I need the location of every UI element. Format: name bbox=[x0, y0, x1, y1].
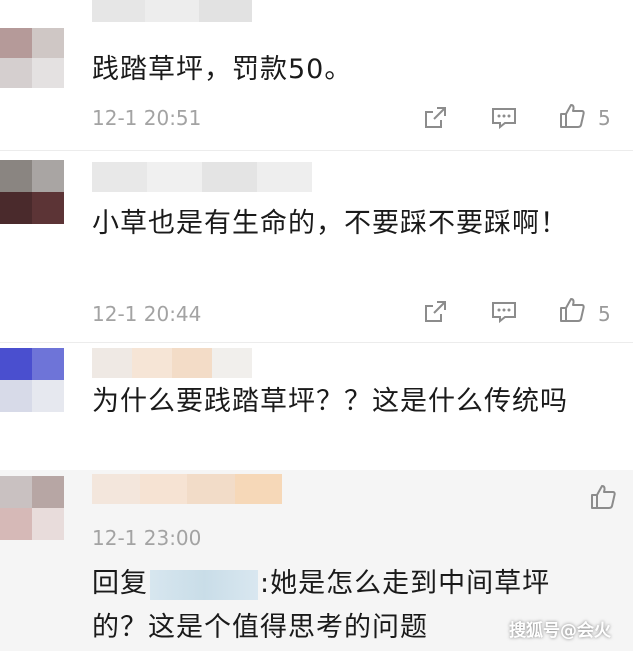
share-icon[interactable] bbox=[420, 103, 450, 133]
thumbs-up-icon[interactable] bbox=[557, 295, 587, 325]
comment-time: 12-1 20:51 bbox=[92, 106, 202, 130]
avatar[interactable] bbox=[0, 476, 64, 540]
reply-target-blurred[interactable] bbox=[150, 569, 258, 600]
username-blurred[interactable] bbox=[92, 162, 312, 192]
watermark: 搜狐号@会火 bbox=[509, 621, 611, 641]
reply-time: 12-1 23:00 bbox=[92, 526, 202, 550]
comment-item: 践踏草坪，罚款50。 12-1 20:51 5 bbox=[0, 0, 633, 150]
comment-text: 为什么要践踏草坪？？这是什么传统吗 bbox=[92, 386, 568, 417]
comment-icon[interactable] bbox=[489, 103, 519, 133]
share-icon[interactable] bbox=[420, 297, 450, 327]
username-blurred[interactable] bbox=[92, 0, 252, 22]
like-count: 5 bbox=[598, 302, 611, 326]
comment-text: 小草也是有生命的，不要踩不要踩啊！ bbox=[92, 208, 568, 239]
thumbs-up-icon[interactable] bbox=[588, 482, 618, 512]
thumbs-up-icon[interactable] bbox=[557, 101, 587, 131]
avatar[interactable] bbox=[0, 28, 64, 88]
comment-text: 践踏草坪，罚款50。 bbox=[92, 54, 353, 85]
comment-time: 12-1 20:44 bbox=[92, 302, 202, 326]
username-blurred[interactable] bbox=[92, 348, 252, 378]
username-blurred[interactable] bbox=[92, 474, 282, 504]
comment-item: 为什么要践踏草坪？？这是什么传统吗 bbox=[0, 342, 633, 470]
like-count: 5 bbox=[598, 106, 611, 130]
comment-icon[interactable] bbox=[489, 297, 519, 327]
reply-prefix: 回复 bbox=[92, 568, 148, 599]
avatar[interactable] bbox=[0, 160, 64, 224]
reply-text: 回复:她是怎么走到中间草坪的？这是个值得思考的问题 bbox=[92, 562, 572, 650]
comment-item: 小草也是有生命的，不要踩不要踩啊！ 12-1 20:44 5 bbox=[0, 150, 633, 342]
avatar[interactable] bbox=[0, 348, 64, 412]
